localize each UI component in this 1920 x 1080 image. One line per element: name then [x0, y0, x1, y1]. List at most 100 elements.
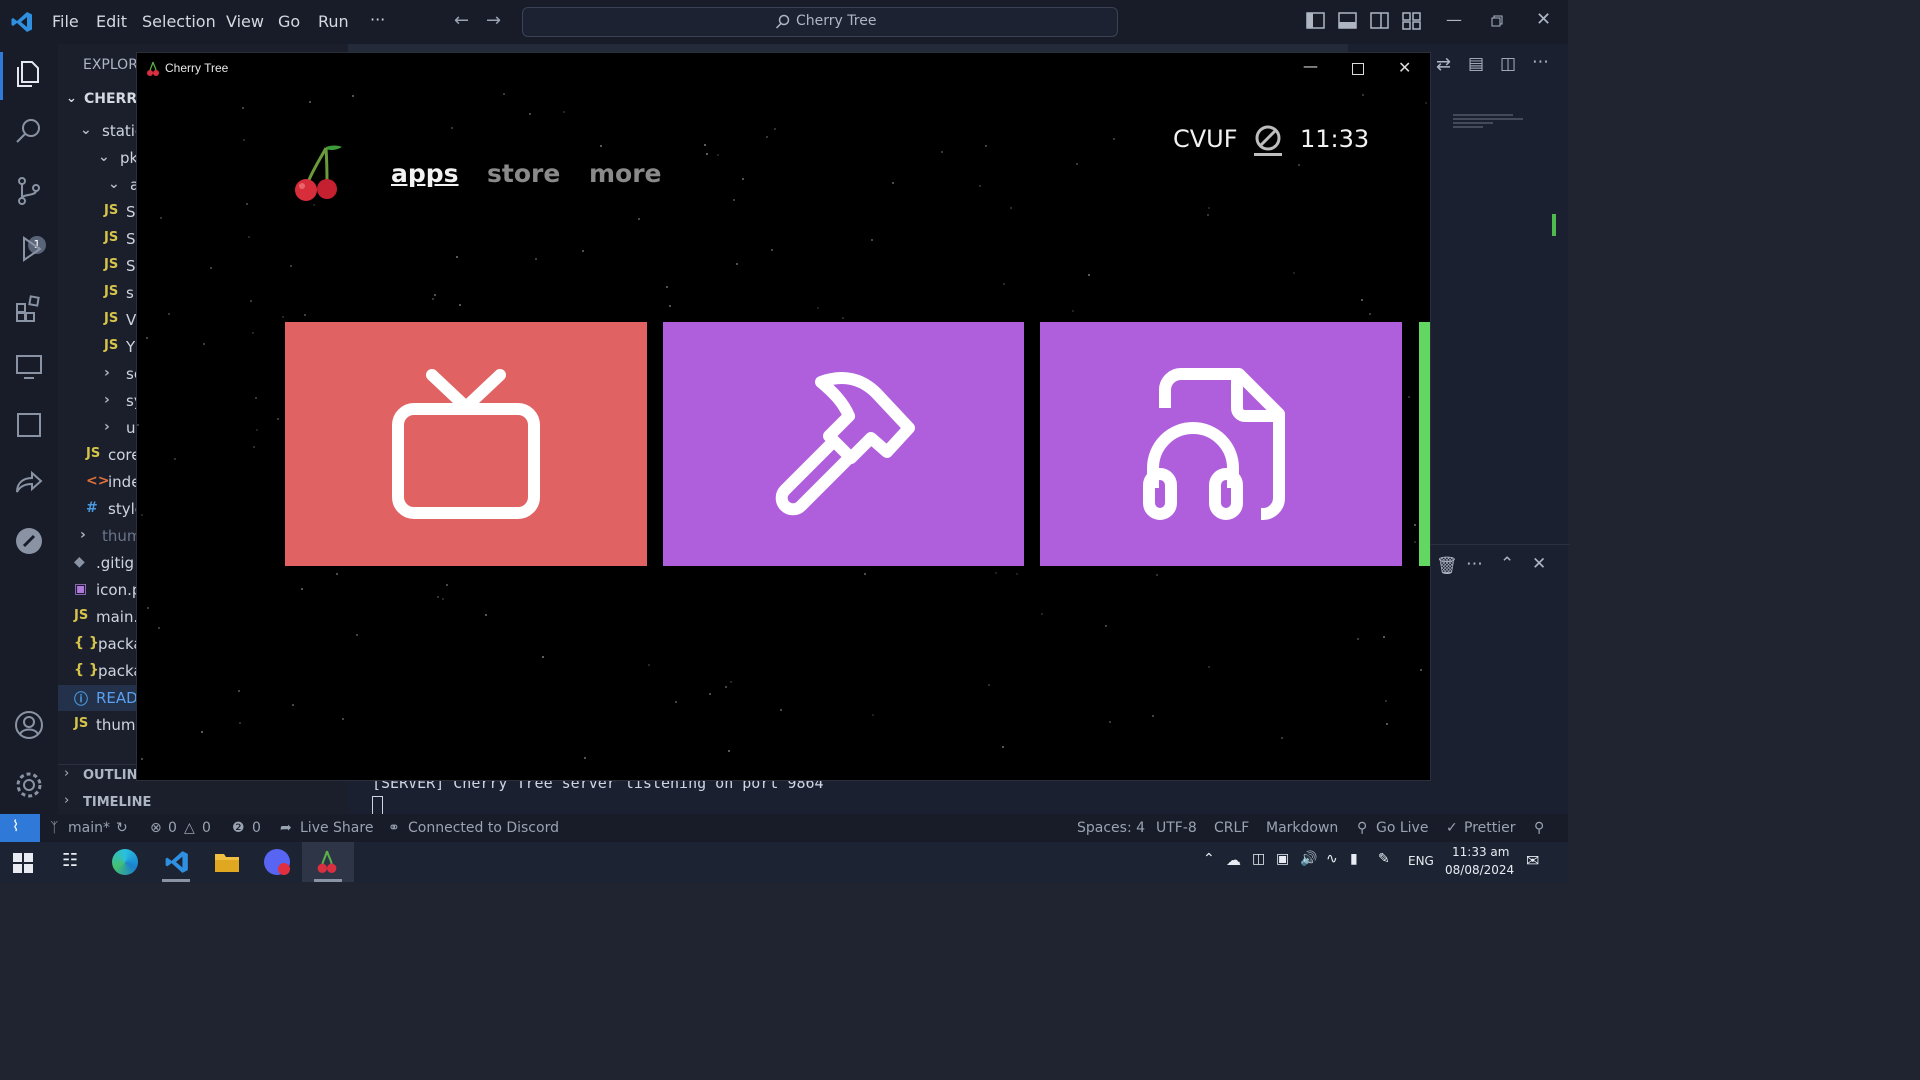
nav-apps[interactable]: apps [391, 159, 459, 188]
app-tile-tv[interactable] [285, 322, 647, 566]
command-center-search[interactable]: Cherry Tree [522, 7, 1118, 37]
star [277, 418, 279, 420]
menu-edit[interactable]: Edit [96, 12, 127, 31]
panel-more-icon[interactable]: ⋯ [1466, 554, 1483, 574]
taskbar-date[interactable]: 08/08/2024 [1445, 863, 1514, 877]
js-file-icon: JS [104, 284, 119, 299]
app-tile-tools[interactable] [663, 322, 1024, 566]
task-view-icon[interactable]: ☷ [62, 850, 78, 871]
square-icon[interactable] [14, 410, 44, 440]
cherry-tree-taskbar-button[interactable] [302, 842, 354, 882]
outline-chevron-icon[interactable]: › [64, 766, 69, 781]
settings-gear-icon[interactable] [14, 770, 44, 800]
timeline-chevron-icon[interactable]: › [64, 793, 69, 808]
remote-button[interactable]: ⌇ [0, 814, 40, 842]
pen-icon[interactable]: ✎ [1378, 851, 1390, 867]
tray-chevron-icon[interactable]: ⌃ [1203, 851, 1215, 867]
gitlens-icon[interactable] [14, 526, 44, 556]
more-actions-icon[interactable]: ⋯ [1532, 52, 1549, 72]
app-tile-music[interactable] [1040, 322, 1402, 566]
language-mode[interactable]: Markdown [1266, 820, 1338, 836]
app-minimize-icon[interactable]: — [1303, 57, 1318, 75]
edge-browser-icon[interactable] [112, 849, 138, 875]
menu-go[interactable]: Go [278, 12, 300, 31]
restore-icon[interactable] [1491, 15, 1503, 27]
image-file-icon: ▣ [74, 581, 88, 597]
no-controller-icon[interactable] [1254, 125, 1282, 157]
app-maximize-icon[interactable] [1352, 63, 1364, 75]
menu-run[interactable]: Run [318, 12, 349, 31]
error-count[interactable]: 0 [168, 820, 177, 836]
prettier-button[interactable]: Prettier [1464, 820, 1516, 836]
tray-app-icon[interactable]: ◫ [1252, 851, 1265, 867]
compare-icon[interactable]: ⇄ [1436, 54, 1451, 75]
volume-icon[interactable]: 🔊 [1300, 851, 1317, 867]
explorer-root-chevron-icon[interactable]: ⌄ [66, 91, 77, 106]
run-debug-icon[interactable] [14, 234, 44, 264]
windows-start-icon[interactable] [13, 853, 33, 873]
input-language[interactable]: ENG [1408, 854, 1434, 868]
close-panel-icon[interactable]: ✕ [1532, 554, 1546, 574]
live-share-button[interactable]: Live Share [300, 820, 373, 836]
toggle-secondary-sidebar-icon[interactable] [1370, 12, 1390, 30]
menu-file[interactable]: File [52, 12, 79, 31]
cherry-logo-icon[interactable] [291, 143, 345, 205]
sync-icon[interactable]: ↻ [116, 820, 128, 836]
explorer-icon[interactable] [14, 58, 44, 88]
tree-item-label: S [126, 203, 136, 221]
notification-center-icon[interactable]: ✉ [1526, 851, 1539, 870]
display-icon[interactable]: ▣ [1276, 851, 1289, 867]
menu-more[interactable]: ··· [370, 10, 385, 29]
encoding[interactable]: UTF-8 [1156, 820, 1197, 836]
app-close-icon[interactable]: ✕ [1398, 58, 1411, 77]
git-branch[interactable]: main* [68, 820, 110, 836]
hammer-icon [775, 372, 915, 516]
notifications-bell-icon[interactable]: ⚲ [1534, 820, 1544, 836]
ports-count[interactable]: 0 [252, 820, 261, 836]
clock-time: 11:33 [1300, 125, 1370, 153]
trash-icon[interactable]: 🗑 [1436, 556, 1458, 576]
discord-icon[interactable] [264, 849, 290, 875]
timeline-section[interactable]: TIMELINE [83, 795, 151, 810]
minimize-icon[interactable]: — [1446, 10, 1462, 29]
star [941, 151, 943, 153]
live-share-icon[interactable] [14, 468, 44, 498]
open-preview-icon[interactable]: ▤ [1468, 54, 1484, 74]
maximize-panel-icon[interactable]: ⌃ [1500, 554, 1514, 574]
star [242, 107, 244, 109]
onedrive-cloud-icon[interactable]: ☁ [1226, 851, 1241, 869]
split-editor-icon[interactable]: ◫ [1500, 54, 1516, 74]
remote-explorer-icon[interactable] [14, 352, 44, 382]
toggle-primary-sidebar-icon[interactable] [1306, 12, 1326, 30]
star [1002, 746, 1004, 748]
remote-icon: ⌇ [12, 817, 20, 835]
line-endings[interactable]: CRLF [1214, 820, 1249, 836]
tree-item-label: core [108, 446, 141, 464]
back-arrow-icon[interactable]: ← [454, 10, 469, 31]
star [352, 95, 354, 97]
toggle-panel-icon[interactable] [1338, 12, 1358, 30]
app-tile-next[interactable] [1419, 322, 1430, 566]
search-icon[interactable] [14, 116, 44, 146]
source-control-icon[interactable] [14, 176, 44, 206]
close-icon[interactable]: ✕ [1536, 9, 1551, 30]
vscode-taskbar-icon[interactable] [164, 849, 190, 875]
discord-status[interactable]: Connected to Discord [408, 820, 559, 836]
file-explorer-icon[interactable] [214, 851, 240, 873]
extensions-icon[interactable] [14, 294, 44, 324]
go-live-button[interactable]: Go Live [1376, 820, 1428, 836]
warning-count[interactable]: 0 [202, 820, 211, 836]
indentation[interactable]: Spaces: 4 [1077, 820, 1145, 836]
nav-more[interactable]: more [589, 159, 662, 188]
forward-arrow-icon[interactable]: → [486, 10, 501, 31]
wifi-icon[interactable]: ∿ [1326, 851, 1338, 867]
battery-icon[interactable]: ▮ [1350, 851, 1358, 867]
nav-store[interactable]: store [487, 159, 560, 188]
vscode-logo-icon[interactable] [10, 10, 34, 34]
account-icon[interactable] [14, 710, 44, 740]
star [336, 573, 338, 575]
taskbar-time[interactable]: 11:33 am [1452, 845, 1509, 859]
menu-selection[interactable]: Selection [142, 12, 216, 31]
customize-layout-icon[interactable] [1402, 12, 1422, 30]
menu-view[interactable]: View [226, 12, 264, 31]
